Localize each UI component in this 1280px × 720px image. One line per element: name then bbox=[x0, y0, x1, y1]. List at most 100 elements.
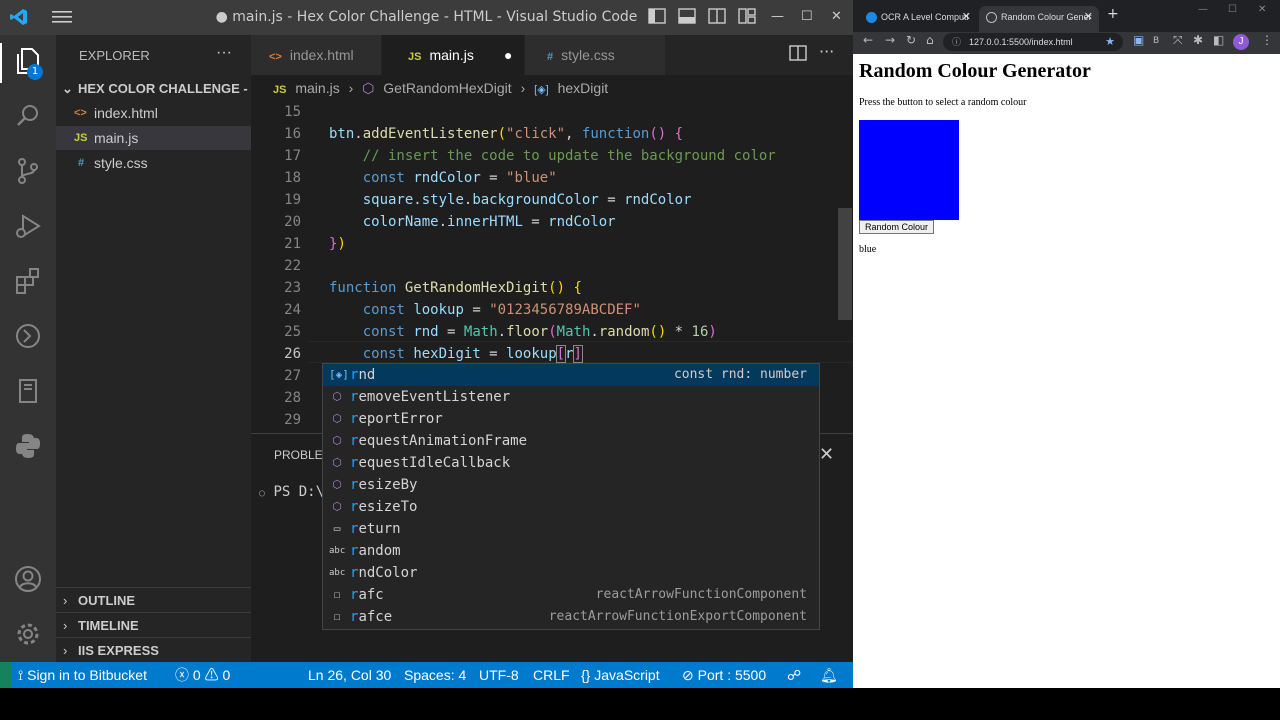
close-panel-icon[interactable]: ✕ bbox=[819, 444, 834, 465]
close-tab-icon[interactable]: ✕ bbox=[1084, 6, 1093, 28]
reload-icon[interactable]: ↻ bbox=[906, 33, 916, 47]
live-server-port[interactable]: ⊘ Port : 5500 bbox=[682, 662, 766, 688]
bookmark-star-icon[interactable]: ★ bbox=[1105, 33, 1115, 51]
settings-gear-icon[interactable] bbox=[12, 618, 44, 650]
chevron-right-icon: › bbox=[63, 618, 68, 633]
suggestion-item[interactable]: abc rndColor bbox=[323, 562, 819, 584]
extension-icon[interactable]: B bbox=[1153, 36, 1159, 46]
folder-header[interactable]: ⌄ HEX COLOR CHALLENGE - ... bbox=[56, 78, 251, 100]
close-window-icon[interactable]: ✕ bbox=[831, 9, 842, 24]
customize-layout-icon[interactable] bbox=[738, 8, 756, 28]
file-index-html[interactable]: <> index.html bbox=[56, 101, 251, 125]
file-style-css[interactable]: # style.css bbox=[56, 151, 251, 175]
suggestion-item[interactable]: ⬡ requestAnimationFrame bbox=[323, 430, 819, 452]
new-tab-icon[interactable]: + bbox=[1107, 6, 1119, 22]
close-tab-icon[interactable]: ✕ bbox=[962, 6, 971, 28]
method-icon: ⬡ bbox=[332, 456, 342, 469]
chevron-down-icon: ⌄ bbox=[62, 81, 73, 96]
problems-status[interactable]: ⓧ 0 ⚠ 0 bbox=[175, 662, 230, 688]
suggestion-item[interactable]: ⬡ reportError bbox=[323, 408, 819, 430]
notifications-bell-icon[interactable]: 🔔︎ bbox=[820, 662, 838, 688]
side-panel-icon[interactable]: ◧ bbox=[1213, 33, 1224, 47]
notebook-icon[interactable] bbox=[12, 375, 44, 407]
terminal[interactable]: ○ PS D:\ bbox=[259, 484, 324, 500]
suggestion-item[interactable]: ⬡ removeEventListener bbox=[323, 386, 819, 408]
suggestion-label: reportError bbox=[350, 411, 443, 427]
line-endings[interactable]: CRLF bbox=[533, 662, 570, 688]
line-number: 19 bbox=[284, 192, 301, 208]
toggle-panel-icon[interactable] bbox=[678, 8, 696, 28]
remote-indicator[interactable] bbox=[0, 662, 11, 688]
breadcrumb-item[interactable]: main.js bbox=[295, 80, 339, 96]
snippet-icon: ☐ bbox=[333, 610, 341, 623]
suggestion-item[interactable]: abc random bbox=[323, 540, 819, 562]
language-mode[interactable]: {} JavaScript bbox=[581, 662, 660, 688]
extensions-puzzle-icon[interactable]: ✱ bbox=[1193, 33, 1203, 47]
split-editor-icon[interactable] bbox=[789, 45, 807, 65]
encoding[interactable]: UTF-8 bbox=[479, 662, 519, 688]
browser-menu-icon[interactable]: ⋮ bbox=[1261, 33, 1273, 47]
code-line: square.style.backgroundColor = rndColor bbox=[362, 192, 692, 208]
suggestion-item[interactable]: ⬡ requestIdleCallback bbox=[323, 452, 819, 474]
html-file-icon: <> bbox=[269, 51, 282, 63]
tab-main-js[interactable]: JS main.js ● bbox=[382, 35, 524, 75]
home-icon[interactable]: ⌂ bbox=[926, 33, 934, 47]
forward-icon[interactable]: → bbox=[885, 33, 895, 47]
back-icon[interactable]: ← bbox=[863, 33, 873, 47]
toggle-secondary-sidebar-icon[interactable] bbox=[708, 8, 726, 28]
maximize-icon[interactable]: ☐ bbox=[1228, 4, 1237, 15]
suggestion-label: rndColor bbox=[350, 565, 418, 581]
cursor-position[interactable]: Ln 26, Col 30 bbox=[308, 662, 391, 688]
python-icon[interactable] bbox=[12, 430, 44, 462]
tab-style-css[interactable]: # style.css bbox=[525, 35, 665, 75]
extension-icon[interactable]: ⤧ bbox=[1173, 33, 1183, 48]
browser-tab-active[interactable]: Random Colour Gener ✕ bbox=[979, 6, 1099, 32]
title-bar: ● main.js - Hex Color Challenge - HTML -… bbox=[0, 0, 853, 35]
close-window-icon[interactable]: ✕ bbox=[1258, 4, 1266, 15]
iis-express-section[interactable]: › IIS EXPRESS bbox=[56, 637, 251, 662]
timeline-section[interactable]: › TIMELINE bbox=[56, 612, 251, 637]
activity-bar: 1 bbox=[0, 35, 56, 662]
ocr-favicon-icon bbox=[866, 12, 877, 23]
source-control-icon[interactable] bbox=[12, 155, 44, 187]
suggestion-label: return bbox=[350, 521, 401, 537]
minimize-icon[interactable]: — bbox=[771, 9, 784, 24]
feedback-icon[interactable]: ☍ bbox=[787, 662, 801, 688]
suggestion-item[interactable]: ☐ rafc reactArrowFunctionComponent bbox=[323, 584, 819, 606]
suggestion-label: resizeTo bbox=[350, 499, 418, 515]
explorer-sidebar: EXPLORER ··· ⌄ HEX COLOR CHALLENGE - ...… bbox=[56, 35, 251, 662]
suggestion-item[interactable]: ⬡ resizeTo bbox=[323, 496, 819, 518]
remote-explorer-icon[interactable] bbox=[12, 320, 44, 352]
run-debug-icon[interactable] bbox=[12, 210, 44, 242]
unsaved-dot-icon[interactable]: ● bbox=[504, 35, 512, 75]
search-icon[interactable] bbox=[12, 100, 44, 132]
random-colour-button[interactable]: Random Colour bbox=[859, 220, 935, 234]
address-bar[interactable]: ⓘ 127.0.0.1:5500/index.html ★ bbox=[943, 33, 1123, 51]
page-heading: Random Colour Generator bbox=[859, 60, 1091, 82]
maximize-icon[interactable]: ☐ bbox=[801, 9, 813, 24]
code-line: const lookup = "0123456789ABCDEF" bbox=[362, 302, 641, 318]
file-main-js[interactable]: JS main.js bbox=[56, 126, 251, 150]
tab-index-html[interactable]: <> index.html bbox=[251, 35, 381, 75]
suggestion-item[interactable]: [◈] rnd const rnd: number bbox=[323, 364, 819, 386]
outline-section[interactable]: › OUTLINE bbox=[56, 587, 251, 612]
indentation[interactable]: Spaces: 4 bbox=[404, 662, 466, 688]
more-actions-icon[interactable]: ··· bbox=[819, 42, 834, 61]
bitbucket-status[interactable]: ⟟ Sign in to Bitbucket bbox=[18, 662, 147, 688]
editor-scrollbar[interactable] bbox=[838, 208, 852, 320]
breadcrumb-item[interactable]: hexDigit bbox=[558, 80, 609, 96]
minimize-icon[interactable]: — bbox=[1198, 4, 1208, 15]
extension-icon[interactable]: ▣ bbox=[1133, 33, 1144, 47]
toggle-sidebar-icon[interactable] bbox=[648, 8, 666, 28]
breadcrumb-item[interactable]: GetRandomHexDigit bbox=[383, 80, 511, 96]
suggestion-item[interactable]: ☐ rafce reactArrowFunctionExportComponen… bbox=[323, 606, 819, 628]
profile-avatar[interactable]: J bbox=[1233, 34, 1249, 50]
extensions-icon[interactable] bbox=[12, 265, 44, 297]
globe-favicon-icon bbox=[986, 12, 997, 23]
suggestion-item[interactable]: ▭ return bbox=[323, 518, 819, 540]
account-icon[interactable] bbox=[12, 563, 44, 595]
more-actions-icon[interactable]: ··· bbox=[216, 44, 232, 62]
browser-tab[interactable]: OCR A Level Computi ✕ bbox=[859, 6, 977, 32]
code-line: const rnd = Math.floor(Math.random() * 1… bbox=[362, 324, 717, 340]
suggestion-item[interactable]: ⬡ resizeBy bbox=[323, 474, 819, 496]
